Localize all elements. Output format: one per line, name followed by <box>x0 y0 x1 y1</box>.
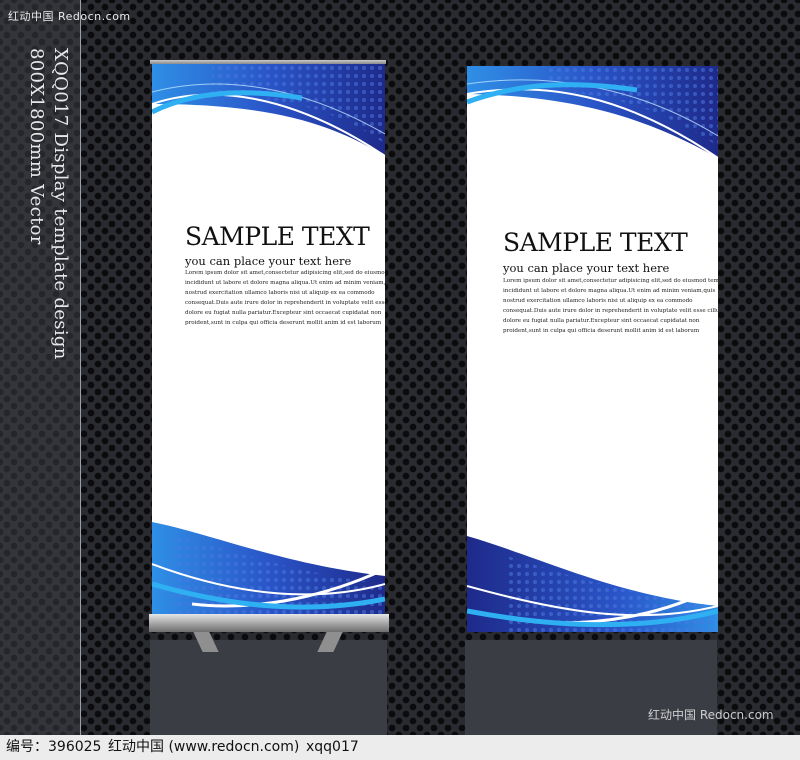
banner-1-body-line: Lorem ipsum dolor sit amet,consectetur a… <box>185 270 385 276</box>
side-title-panel: XQQ017 Display template design 800X1800m… <box>0 0 81 735</box>
banner-1-body-line: nostrud exercitation ullamco laboris nis… <box>185 290 375 296</box>
banner-2-body: Lorem ipsum dolor sit amet,consectetur a… <box>503 276 718 336</box>
side-title: XQQ017 Display template design 800X1800m… <box>26 48 71 360</box>
banner-2-body-line: Lorem ipsum dolor sit amet,consectetur a… <box>503 278 718 284</box>
banner-1-pedestal <box>150 640 387 735</box>
banner-1-body-line: dolore eu fugiat nulla pariatur.Excepteu… <box>185 310 382 316</box>
banner-1-wave-graphics <box>152 64 385 616</box>
banner-1-body-line: incididunt ut labore et dolore magna ali… <box>185 280 385 286</box>
banner-1-title: SAMPLE TEXT <box>185 222 370 251</box>
footer-code: xqq017 <box>306 739 359 755</box>
footer-site: 红动中国 (www.redocn.com) <box>108 739 300 755</box>
footer-bar: 编号：396025 红动中国 (www.redocn.com) xqq017 <box>0 735 800 760</box>
banner-2-body-line: proident,sunt in culpa qui officia deser… <box>503 328 700 334</box>
banner-2: SAMPLE TEXT you can place your text here… <box>467 66 718 632</box>
banner-2-body-line: incididunt ut labore et dolore magna ali… <box>503 288 716 294</box>
banner-1-body-line: proident,sunt in culpa qui officia deser… <box>185 320 382 326</box>
banner-1-base <box>149 614 389 632</box>
footer-id: 编号：396025 <box>6 739 102 755</box>
banner-1: SAMPLE TEXT you can place your text here… <box>152 64 385 616</box>
banner-2-body-line: nostrud exercitation ullamco laboris nis… <box>503 298 693 304</box>
banner-1-body-line: consequat.Duis aute irure dolor in repre… <box>185 300 385 306</box>
banner-1-body: Lorem ipsum dolor sit amet,consectetur a… <box>185 268 385 328</box>
banner-2-title: SAMPLE TEXT <box>503 228 688 257</box>
banner-2-body-line: dolore eu fugiat nulla pariatur.Excepteu… <box>503 318 700 324</box>
banner-2-subtitle: you can place your text here <box>503 261 670 275</box>
banner-1-subtitle: you can place your text here <box>185 254 352 268</box>
watermark-top: 红动中国 Redocn.com <box>8 10 131 23</box>
banner-2-body-line: consequat.Duis aute irure dolor in repre… <box>503 308 718 314</box>
watermark-bottom-right: 红动中国 Redocn.com <box>648 708 774 722</box>
banner-2-wave-graphics <box>467 66 718 632</box>
